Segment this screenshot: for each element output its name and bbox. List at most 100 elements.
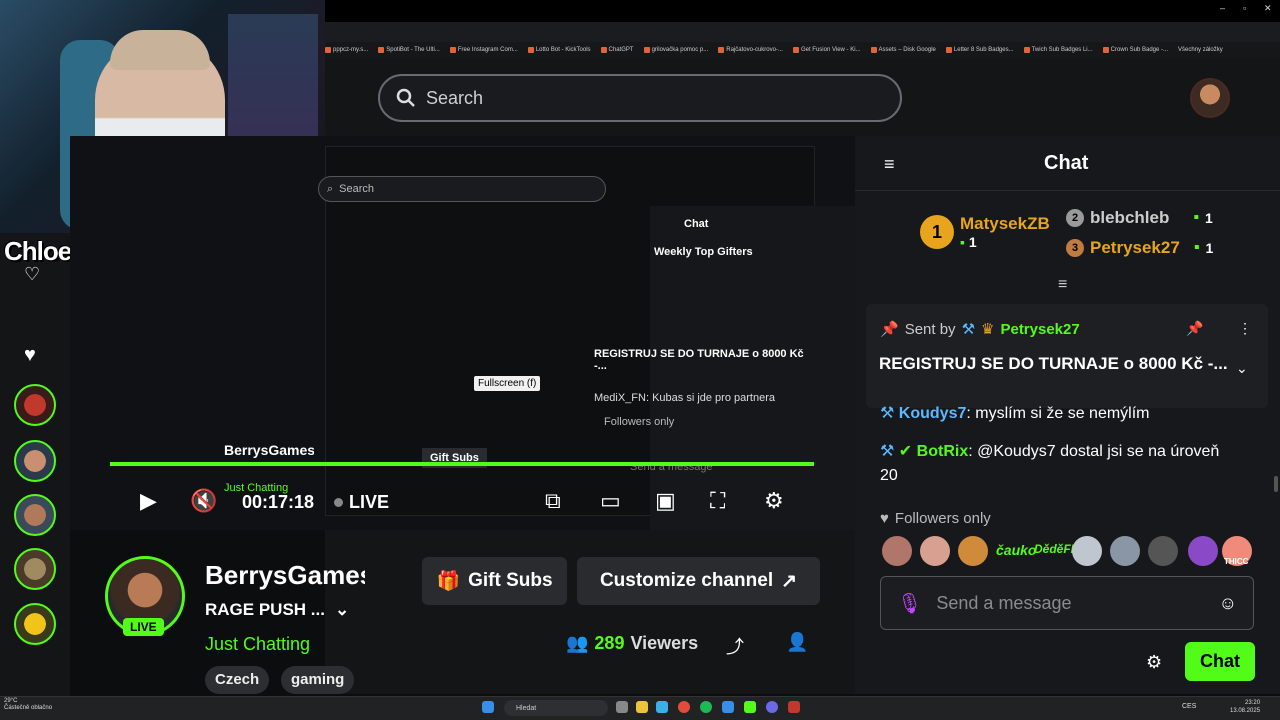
- task-view-icon[interactable]: [616, 701, 628, 713]
- bookmark-item[interactable]: Get Fusion View - Ki...: [792, 47, 861, 53]
- tag-gaming[interactable]: gaming: [281, 666, 355, 694]
- app-icon[interactable]: [788, 701, 800, 713]
- minimize-icon[interactable]: –: [1220, 3, 1225, 13]
- gift-subs-label: Gift Subs: [468, 570, 553, 591]
- pinned-user[interactable]: Petrysek27: [1000, 321, 1079, 338]
- sidebar-channel-avatar[interactable]: [14, 494, 56, 536]
- emote[interactable]: [1188, 536, 1218, 566]
- bookmark-item[interactable]: Twich Sub Badges Li...: [1023, 47, 1093, 53]
- follow-user-icon[interactable]: 👤: [786, 632, 808, 653]
- search-input[interactable]: Search: [378, 74, 902, 122]
- app-icon[interactable]: [656, 701, 668, 713]
- emote[interactable]: [1148, 536, 1178, 566]
- microphone-icon[interactable]: 🎙: [897, 591, 922, 616]
- app-icon[interactable]: [744, 701, 756, 713]
- video-progress-bar[interactable]: [110, 462, 814, 466]
- emoji-icon[interactable]: ☺: [1219, 593, 1237, 614]
- emote[interactable]: [958, 536, 988, 566]
- bookmark-item[interactable]: pppcz-my.s...: [325, 47, 368, 53]
- sidebar-channel-avatar[interactable]: [14, 548, 56, 590]
- spotify-icon[interactable]: [700, 701, 712, 713]
- live-indicator[interactable]: LIVE: [334, 492, 389, 513]
- top-gifter-1[interactable]: 1 MatysekZB ▪ 1: [920, 214, 1050, 250]
- chevron-down-icon[interactable]: ⌄: [335, 600, 349, 620]
- file-explorer-icon[interactable]: [636, 701, 648, 713]
- chat-settings-gear-icon[interactable]: ⚙: [1146, 652, 1162, 673]
- theater-mode-icon[interactable]: ▭: [600, 488, 621, 514]
- more-options-icon[interactable]: ⋮: [1238, 320, 1252, 337]
- collapse-chat-icon[interactable]: ≡: [884, 154, 895, 175]
- stream-title[interactable]: RAGE PUSH ... ⌄: [205, 600, 349, 620]
- bookmark-item[interactable]: Crown Sub Badge -...: [1102, 47, 1168, 53]
- fullscreen-tooltip: Fullscreen (f): [474, 376, 541, 391]
- customize-channel-button[interactable]: Customize channel ↗: [577, 557, 820, 605]
- bookmark-item[interactable]: Letter 8 Sub Badges...: [945, 47, 1014, 53]
- gift-icon: 🎁: [436, 571, 461, 592]
- fullscreen-icon[interactable]: ⛶: [710, 488, 725, 514]
- pin-icon: 📌: [880, 321, 899, 338]
- all-bookmarks[interactable]: Všechny záložky: [1178, 47, 1223, 53]
- channel-name[interactable]: BerrysGames: [205, 560, 365, 591]
- chat-message-input[interactable]: 🎙 Send a message ☺: [880, 576, 1254, 630]
- gift-subs-button[interactable]: 🎁 Gift Subs: [422, 557, 567, 605]
- weather-widget[interactable]: 29°C Částečně oblačno: [4, 698, 52, 712]
- emote-thicc-label: THICC: [1224, 557, 1249, 566]
- maximize-icon[interactable]: ▫: [1243, 3, 1246, 13]
- live-indicator-label: LIVE: [349, 492, 390, 512]
- viewer-count: 👥 289 Viewers: [566, 633, 698, 654]
- bookmark-item[interactable]: ChatGPT: [600, 47, 634, 53]
- chat-username[interactable]: Koudys7: [899, 405, 967, 422]
- input-language[interactable]: CES: [1182, 703, 1196, 710]
- sidebar-channel-avatar[interactable]: [14, 440, 56, 482]
- clip-icon[interactable]: ⧉: [545, 488, 561, 514]
- all-bookmarks-label: Všechny záložky: [1178, 47, 1223, 53]
- settings-gear-icon[interactable]: ⚙: [764, 488, 784, 514]
- emote[interactable]: [920, 536, 950, 566]
- bookmark-item[interactable]: Rajčatovo-cukrovo-...: [718, 47, 783, 53]
- user-avatar[interactable]: [1190, 78, 1230, 118]
- chevron-down-icon[interactable]: ⌄: [1236, 360, 1248, 377]
- tag-czech[interactable]: Czech: [205, 666, 270, 694]
- play-icon[interactable]: ▶: [140, 488, 157, 514]
- nested-followers-only: Followers only: [604, 416, 675, 428]
- search-icon: ⌕: [327, 182, 334, 195]
- emote[interactable]: [1110, 536, 1140, 566]
- emote[interactable]: [1072, 536, 1102, 566]
- edge-icon[interactable]: [722, 701, 734, 713]
- emote[interactable]: [882, 536, 912, 566]
- rank-badge: 3: [1066, 239, 1084, 257]
- badge-icon: ⚒: [880, 405, 895, 422]
- send-chat-button[interactable]: Chat: [1185, 642, 1255, 681]
- unpin-icon[interactable]: 📌: [1186, 320, 1203, 337]
- emote-cauko[interactable]: čauko: [996, 542, 1036, 558]
- chrome-icon[interactable]: [678, 701, 690, 713]
- clock-date: 13.08.2025: [1230, 708, 1261, 714]
- bookmark-item[interactable]: grilovačka pomoc p...: [643, 47, 708, 53]
- top-gifter-2[interactable]: 2 blebchleb ▪ 1: [1066, 208, 1213, 228]
- browser-address-bar[interactable]: [325, 22, 1280, 42]
- search-placeholder: Search: [426, 87, 484, 108]
- bookmark-item[interactable]: Assets – Disk Google: [870, 47, 936, 53]
- app-icon[interactable]: [766, 701, 778, 713]
- bookmark-item[interactable]: Lotto Bot - KickTools: [527, 47, 591, 53]
- chat-username[interactable]: BotRix: [917, 443, 969, 460]
- start-icon[interactable]: [482, 701, 494, 713]
- bookmark-label: pppcz-my.s...: [333, 47, 369, 53]
- share-icon[interactable]: ⤴: [726, 633, 744, 659]
- sidebar-channel-avatar[interactable]: [14, 384, 56, 426]
- mute-icon[interactable]: 🔇: [190, 488, 217, 514]
- pip-icon[interactable]: ▣: [655, 488, 676, 514]
- bookmark-label: Lotto Bot - KickTools: [535, 47, 591, 53]
- bookmark-item[interactable]: Free Instagram Com...: [449, 47, 518, 53]
- sidebar-channel-avatar[interactable]: [14, 603, 56, 645]
- gifter-name: Petrysek27: [1090, 238, 1180, 257]
- top-gifter-3[interactable]: 3 Petrysek27 ▪ 1: [1066, 238, 1213, 258]
- close-icon[interactable]: ✕: [1264, 3, 1272, 14]
- stream-category[interactable]: Just Chatting: [205, 634, 310, 655]
- taskbar-search[interactable]: Hledat: [504, 700, 608, 716]
- chat-scrollbar[interactable]: [1274, 476, 1278, 492]
- taskbar-clock[interactable]: 23:20 13.08.2025: [1230, 699, 1260, 715]
- expand-gifters-icon[interactable]: ≡: [1058, 276, 1067, 294]
- bookmark-item[interactable]: SpotiBot - The Ulti...: [378, 47, 440, 53]
- heart-icon[interactable]: ♥: [24, 344, 36, 367]
